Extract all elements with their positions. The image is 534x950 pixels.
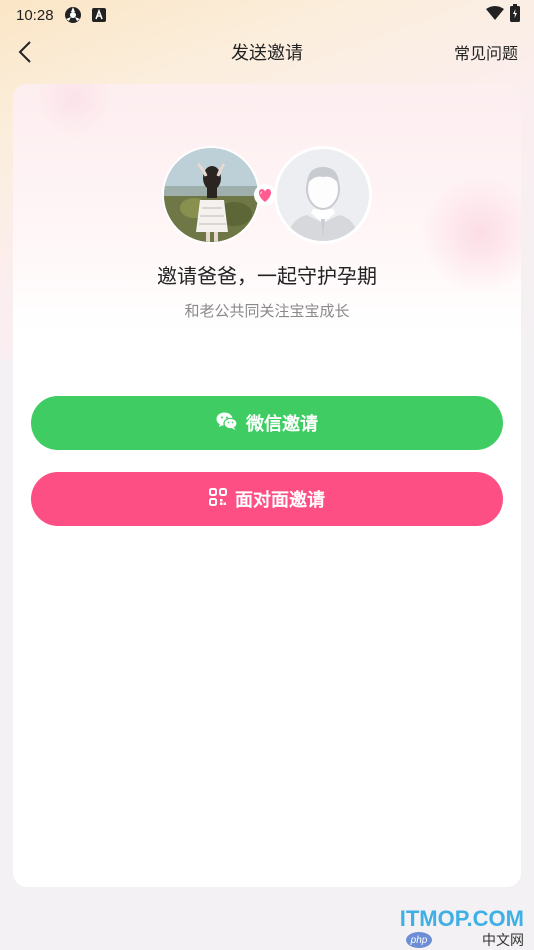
watermark-main-text: ITMOP.COM (399, 906, 524, 931)
invite-subline: 和老公共同关注宝宝成长 (184, 302, 350, 320)
invite-card: 邀请爸爸，一起守护孕期 和老公共同关注宝宝成长 微信邀请 面对面邀请 (13, 84, 521, 887)
sync-icon (64, 6, 82, 24)
mom-avatar (162, 146, 260, 244)
wechat-icon (216, 411, 238, 436)
a-notification-icon (91, 8, 106, 22)
battery-icon (510, 4, 520, 26)
watermark-sub-text: 中文网 (482, 932, 524, 948)
invite-headline: 邀请爸爸，一起守护孕期 (157, 264, 377, 288)
nav-bar: 发送邀请 常见问题 (0, 30, 534, 74)
avatar-group (13, 146, 521, 246)
watermark-php-badge: php (406, 932, 432, 948)
dad-avatar-placeholder (274, 146, 372, 244)
status-time: 10:28 (16, 6, 54, 24)
wifi-icon (486, 6, 504, 24)
status-right-group (486, 4, 520, 26)
wechat-invite-label: 微信邀请 (246, 414, 318, 435)
qr-code-icon (209, 487, 227, 511)
faq-link[interactable]: 常见问题 (454, 40, 518, 64)
wechat-invite-button[interactable]: 微信邀请 (31, 396, 503, 450)
status-bar: 10:28 (0, 0, 534, 30)
watermark: ITMOP.COM php 中文网 (400, 906, 524, 950)
face-to-face-invite-label: 面对面邀请 (235, 490, 325, 511)
face-to-face-invite-button[interactable]: 面对面邀请 (31, 472, 503, 526)
